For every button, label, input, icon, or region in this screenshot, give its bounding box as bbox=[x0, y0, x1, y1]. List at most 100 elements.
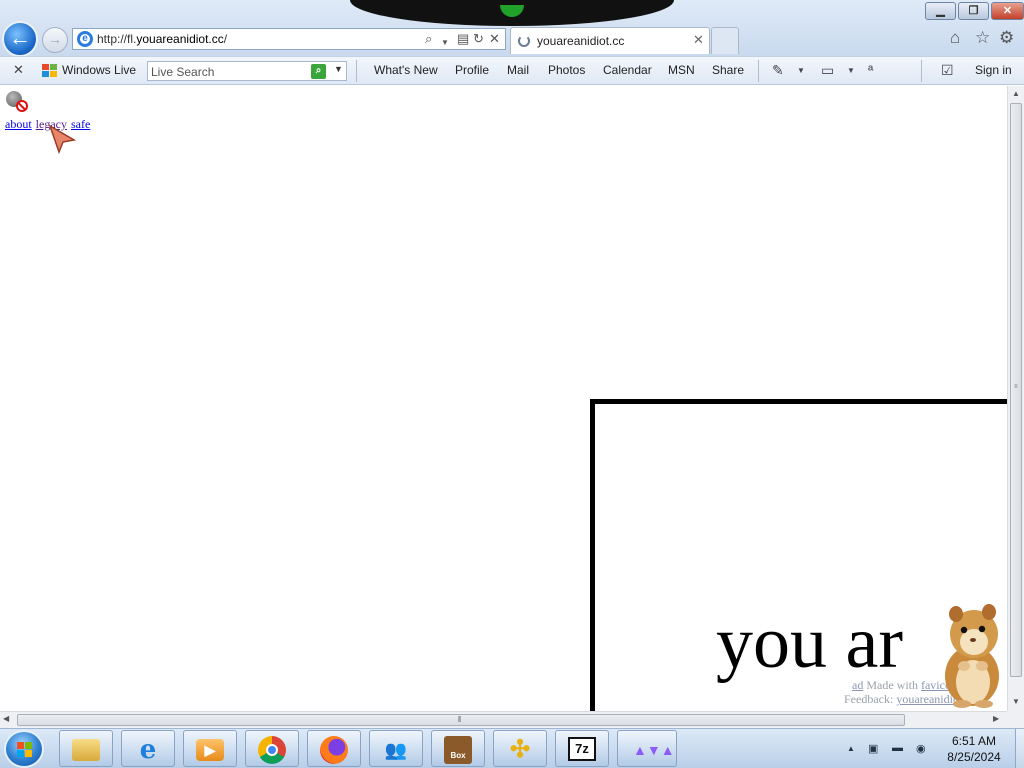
taskbar-firefox[interactable] bbox=[307, 730, 361, 767]
page-viewport: about legacy safe you ar ad Made with fa… bbox=[0, 86, 1007, 711]
horizontal-scrollbar[interactable]: ◀ ⦀ ▶ bbox=[0, 711, 1007, 728]
taskbar-hamster-box[interactable]: Box bbox=[431, 730, 485, 767]
minimize-button[interactable]: ▁ bbox=[925, 2, 956, 20]
live-search-input[interactable]: Live Search ⌕ ▼ bbox=[147, 61, 347, 81]
scroll-grip-icon: ≡ bbox=[1014, 384, 1018, 390]
url-prefix: http://fl. bbox=[97, 32, 137, 46]
live-search-dropdown-icon[interactable]: ▼ bbox=[334, 64, 343, 74]
chrome-icon bbox=[258, 736, 286, 764]
windows-live-label[interactable]: Windows Live bbox=[62, 63, 136, 77]
sign-in-link[interactable]: Sign in bbox=[975, 63, 1012, 77]
tab-title: youareanidiot.cc bbox=[537, 34, 625, 48]
browser-title-bar: ← → e http://fl.youareanidiot.cc/ ⌕ ▼ ▤ … bbox=[0, 0, 1024, 57]
new-tab-button[interactable] bbox=[711, 27, 739, 54]
spaces-dropdown-icon[interactable]: ▼ bbox=[797, 66, 805, 75]
link-msn[interactable]: MSN bbox=[668, 63, 695, 77]
stop-icon[interactable]: ✕ bbox=[489, 31, 500, 47]
loading-spinner-icon bbox=[518, 35, 530, 47]
url-text[interactable]: http://fl.youareanidiot.cc/ bbox=[97, 32, 227, 46]
link-calendar[interactable]: Calendar bbox=[603, 63, 652, 77]
taskbar: e ▶ 👥 Box ✣ 7z ▲▼▲ ▲ ▣ ▬ ◉ 6:51 AM 8/25/… bbox=[0, 728, 1024, 768]
scroll-left-arrow-icon[interactable]: ◀ bbox=[3, 714, 9, 723]
vertical-scrollbar[interactable]: ▲ ≡ ▼ bbox=[1007, 86, 1024, 711]
hamster-box-icon: Box bbox=[444, 736, 472, 764]
hamster-image bbox=[945, 604, 999, 708]
link-photos[interactable]: Photos bbox=[548, 63, 585, 77]
taskbar-media-player[interactable]: ▶ bbox=[183, 730, 237, 767]
made-with-label: Made with bbox=[866, 678, 918, 692]
forward-button[interactable]: → bbox=[42, 27, 68, 53]
link-whats-new[interactable]: What's New bbox=[374, 63, 438, 77]
live-search-go-icon[interactable]: ⌕ bbox=[311, 64, 326, 79]
scroll-down-arrow-icon[interactable]: ▼ bbox=[1008, 694, 1024, 710]
taskbar-file-explorer[interactable] bbox=[59, 730, 113, 767]
refresh-icon[interactable]: ↻ bbox=[473, 31, 484, 47]
popup-blocked-icon[interactable] bbox=[6, 91, 28, 113]
favorites-star-icon[interactable]: ☆ bbox=[975, 28, 990, 48]
yellow-arrows-icon: ✣ bbox=[509, 736, 531, 763]
purple-triangles-icon: ▲▼▲ bbox=[633, 742, 675, 758]
windows-live-flag-icon bbox=[42, 64, 57, 78]
start-button[interactable] bbox=[4, 730, 44, 768]
firefox-icon bbox=[320, 736, 348, 764]
compat-view-icon[interactable]: ▤ bbox=[457, 31, 469, 47]
close-window-button[interactable]: ✕ bbox=[991, 2, 1024, 20]
link-share[interactable]: Share bbox=[712, 63, 744, 77]
tab-youareanidiot[interactable]: youareanidiot.cc ✕ bbox=[510, 27, 710, 54]
spaces-icon[interactable]: ✎ bbox=[772, 62, 784, 79]
maximize-button[interactable]: ❐ bbox=[958, 2, 989, 20]
taskbar-chrome[interactable] bbox=[245, 730, 299, 767]
headline-text: you ar bbox=[716, 602, 903, 684]
desktop-screen: ← → e http://fl.youareanidiot.cc/ ⌕ ▼ ▤ … bbox=[0, 0, 1024, 768]
taskbar-internet-explorer[interactable]: e bbox=[121, 730, 175, 767]
users-icon: 👥 bbox=[384, 740, 408, 760]
ad-link[interactable]: ad bbox=[852, 678, 863, 692]
clock-time[interactable]: 6:51 AM bbox=[944, 734, 1004, 748]
taskbar-7zip[interactable]: 7z bbox=[555, 730, 609, 767]
address-bar[interactable]: e http://fl.youareanidiot.cc/ ⌕ ▼ ▤ ↻ ✕ bbox=[72, 28, 506, 50]
search-icon[interactable]: ⌕ bbox=[425, 31, 432, 47]
toolbar-close-icon[interactable]: ✕ bbox=[13, 62, 24, 78]
toolbar-divider bbox=[921, 60, 922, 82]
toolbar-divider bbox=[758, 60, 759, 82]
toolbar-divider bbox=[356, 60, 357, 82]
clock-date[interactable]: 8/25/2024 bbox=[944, 750, 1004, 764]
highlight-icon[interactable]: ▭ bbox=[821, 62, 834, 79]
translate-icon[interactable]: ª bbox=[868, 62, 873, 78]
taskbar-user-switch[interactable]: 👥 bbox=[369, 730, 423, 767]
internet-explorer-icon: e bbox=[139, 735, 157, 765]
tools-gear-icon[interactable]: ⚙ bbox=[999, 28, 1014, 48]
tray-network-icon[interactable]: ▬ bbox=[892, 742, 903, 754]
live-search-placeholder: Live Search bbox=[151, 65, 215, 79]
folder-icon bbox=[72, 739, 100, 761]
highlight-dropdown-icon[interactable]: ▼ bbox=[847, 66, 855, 75]
windows-logo-icon bbox=[17, 742, 33, 757]
taskbar-purple-app[interactable]: ▲▼▲ bbox=[617, 730, 677, 767]
feedback-label: Feedback: bbox=[844, 692, 894, 706]
link-about[interactable]: about bbox=[5, 117, 32, 131]
vertical-scroll-thumb[interactable]: ≡ bbox=[1010, 103, 1022, 677]
seven-zip-icon: 7z bbox=[568, 737, 596, 761]
link-profile[interactable]: Profile bbox=[455, 63, 489, 77]
link-mail[interactable]: Mail bbox=[507, 63, 529, 77]
taskbar-yellow-arrows[interactable]: ✣ bbox=[493, 730, 547, 767]
ie-favicon-icon: e bbox=[77, 31, 93, 47]
windows-live-toolbar: ✕ Windows Live Live Search ⌕ ▼ What's Ne… bbox=[0, 56, 1024, 85]
tray-device-icon[interactable]: ▣ bbox=[868, 742, 878, 755]
tab-close-icon[interactable]: ✕ bbox=[693, 32, 704, 48]
url-domain: youareanidiot.cc bbox=[136, 32, 224, 46]
scroll-up-arrow-icon[interactable]: ▲ bbox=[1008, 86, 1024, 102]
back-button[interactable]: ← bbox=[2, 21, 38, 57]
show-desktop-button[interactable] bbox=[1015, 729, 1024, 768]
scroll-right-arrow-icon[interactable]: ▶ bbox=[993, 714, 999, 723]
tray-expand-icon[interactable]: ▲ bbox=[847, 744, 855, 753]
media-player-icon: ▶ bbox=[196, 739, 224, 761]
tray-volume-icon[interactable]: ◉ bbox=[916, 742, 926, 755]
home-icon[interactable]: ⌂ bbox=[950, 28, 960, 48]
mouse-cursor-icon bbox=[48, 124, 76, 154]
search-dropdown-icon[interactable]: ▼ bbox=[441, 35, 449, 51]
seven-zip-label: 7z bbox=[575, 741, 589, 756]
sign-in-checkbox-icon[interactable]: ☑ bbox=[941, 62, 954, 79]
horizontal-scroll-thumb[interactable]: ⦀ bbox=[17, 714, 905, 726]
system-tray: ▲ ▣ ▬ ◉ 6:51 AM 8/25/2024 bbox=[840, 729, 1024, 768]
